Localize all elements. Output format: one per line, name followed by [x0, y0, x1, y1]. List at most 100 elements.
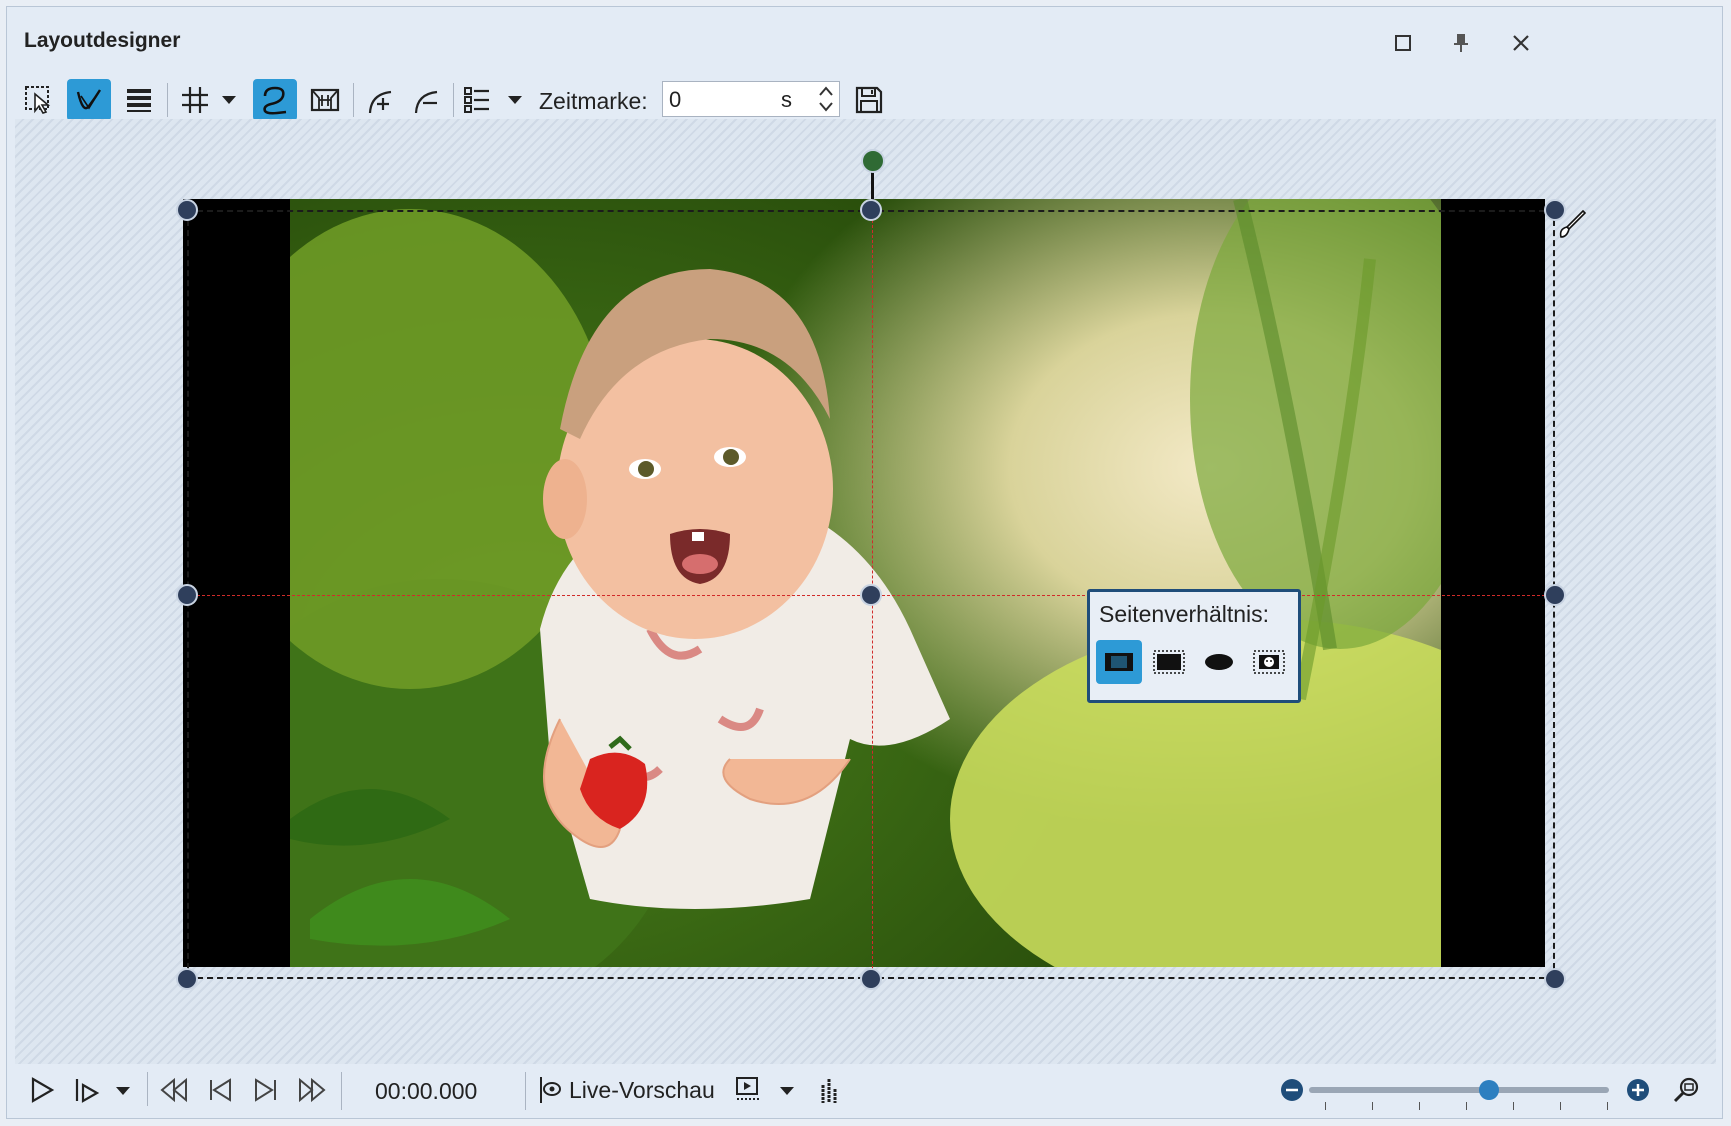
preview-dropdown[interactable]: [777, 1070, 797, 1112]
timemark-label: Zeitmarke:: [539, 88, 648, 114]
list-icon: [464, 87, 489, 113]
close-button[interactable]: [1501, 25, 1541, 61]
aspect-fit-button[interactable]: [1096, 640, 1142, 684]
bottombar-separator: [341, 1072, 342, 1110]
play-from-button[interactable]: [69, 1070, 107, 1110]
remove-curve-point-icon: [414, 90, 438, 114]
zoom-tick: [1466, 1102, 1467, 1110]
time-display: 00:00.000: [375, 1078, 478, 1104]
resize-handle-top[interactable]: [860, 199, 882, 221]
grid-icon: [182, 87, 208, 113]
zoom-out-button[interactable]: [1273, 1070, 1311, 1110]
select-icon: [25, 86, 51, 114]
aspect-ellipse-button[interactable]: [1196, 640, 1242, 684]
resize-handle-left[interactable]: [176, 584, 198, 606]
layers-tool-button[interactable]: [117, 79, 161, 121]
live-preview-label: Live-Vorschau: [569, 1076, 715, 1103]
toolbar: Zeitmarke: 0 s: [7, 75, 1722, 125]
chevron-down-icon: [222, 96, 236, 104]
layers-icon: [127, 89, 151, 112]
zoom-tick: [1419, 1102, 1420, 1110]
zoom-slider-thumb[interactable]: [1479, 1080, 1499, 1100]
remove-curve-point-button[interactable]: [405, 79, 449, 121]
playback-bar: 00:00.000 Live-Vorschau: [7, 1062, 1722, 1118]
ellipse-icon: [1205, 654, 1233, 670]
next-button[interactable]: [247, 1070, 285, 1110]
fast-forward-icon: [299, 1077, 326, 1103]
timemark-value[interactable]: 0: [669, 87, 681, 113]
aspect-face-button[interactable]: [1246, 640, 1292, 684]
rotation-handle[interactable]: [861, 149, 885, 173]
preview-mode-button[interactable]: [729, 1070, 767, 1110]
aspect-fill-button[interactable]: [1146, 640, 1192, 684]
maximize-button[interactable]: [1383, 25, 1423, 61]
list-dropdown[interactable]: [505, 79, 525, 121]
toolbar-separator: [453, 83, 454, 117]
save-button[interactable]: [847, 79, 891, 121]
play-icon: [31, 1077, 55, 1103]
zoom-fit-button[interactable]: [1667, 1070, 1705, 1110]
resize-handle-bottom-right[interactable]: [1544, 968, 1566, 990]
title-bar: Layoutdesigner: [7, 7, 1722, 75]
motion-path-icon: [263, 86, 287, 115]
timemark-input[interactable]: 0 s: [662, 81, 840, 117]
zoom-tick: [1560, 1102, 1561, 1110]
audio-levels-button[interactable]: [811, 1070, 849, 1110]
pin-button[interactable]: [1441, 25, 1481, 61]
zoom-in-button[interactable]: [1619, 1070, 1657, 1110]
motion-path-tool-button[interactable]: [253, 79, 297, 121]
face-icon: [1253, 650, 1285, 674]
toolbar-separator: [353, 83, 354, 117]
maximize-icon: [1395, 35, 1411, 51]
select-tool-button[interactable]: [17, 79, 61, 121]
zoom-slider-track[interactable]: [1309, 1087, 1609, 1093]
chevron-down-icon: [780, 1087, 794, 1095]
resize-handle-bottom-left[interactable]: [176, 968, 198, 990]
add-curve-point-button[interactable]: [359, 79, 403, 121]
previous-icon: [210, 1078, 231, 1102]
grid-tool-button[interactable]: [173, 79, 217, 121]
rewind-button[interactable]: [155, 1070, 193, 1110]
fit-icon: [1105, 653, 1133, 671]
resize-handle-bottom[interactable]: [860, 968, 882, 990]
camera-frame-tool-button[interactable]: [303, 79, 347, 121]
timemark-unit: s: [781, 87, 792, 112]
play-button[interactable]: [23, 1070, 61, 1110]
next-icon: [255, 1078, 276, 1102]
magnifier-icon: [1673, 1077, 1699, 1103]
toolbar-separator: [167, 83, 168, 117]
zoom-tick: [1607, 1102, 1608, 1110]
rotation-stem: [871, 170, 874, 200]
grid-dropdown[interactable]: [219, 79, 239, 121]
brush-icon[interactable]: [1555, 207, 1589, 241]
spinner-arrows-icon[interactable]: [817, 84, 835, 114]
list-tool-button[interactable]: [455, 79, 499, 121]
zoom-out-icon: [1281, 1079, 1303, 1101]
camera-frame-icon: [310, 88, 340, 112]
aspect-ratio-title: Seitenverhältnis:: [1099, 601, 1270, 627]
zoom-tick: [1325, 1102, 1326, 1110]
fill-icon: [1153, 650, 1185, 674]
edit-path-tool-button[interactable]: [67, 79, 111, 121]
preview-screen-icon: [736, 1077, 759, 1100]
zoom-in-icon: [1627, 1079, 1649, 1101]
chevron-down-icon: [116, 1087, 130, 1095]
center-handle[interactable]: [860, 584, 882, 606]
bottombar-separator: [525, 1072, 526, 1110]
play-dropdown[interactable]: [113, 1070, 133, 1112]
live-preview-toggle[interactable]: Live-Vorschau: [537, 1070, 715, 1110]
rewind-icon: [160, 1077, 187, 1103]
resize-handle-top-left[interactable]: [176, 199, 198, 221]
previous-button[interactable]: [201, 1070, 239, 1110]
window-title: Layoutdesigner: [24, 29, 181, 52]
zoom-tick: [1372, 1102, 1373, 1110]
fast-forward-button[interactable]: [293, 1070, 331, 1110]
layoutdesigner-window: Layoutdesigner Zeitmarke: 0 s Seitenverh…: [6, 6, 1723, 1119]
resize-handle-right[interactable]: [1544, 584, 1566, 606]
live-preview-icon: [540, 1077, 561, 1103]
chevron-down-icon: [508, 96, 522, 104]
save-icon: [855, 86, 883, 114]
play-from-icon: [75, 1079, 100, 1103]
zoom-tick: [1513, 1102, 1514, 1110]
aspect-ratio-popup: Seitenverhältnis:: [1087, 589, 1301, 703]
